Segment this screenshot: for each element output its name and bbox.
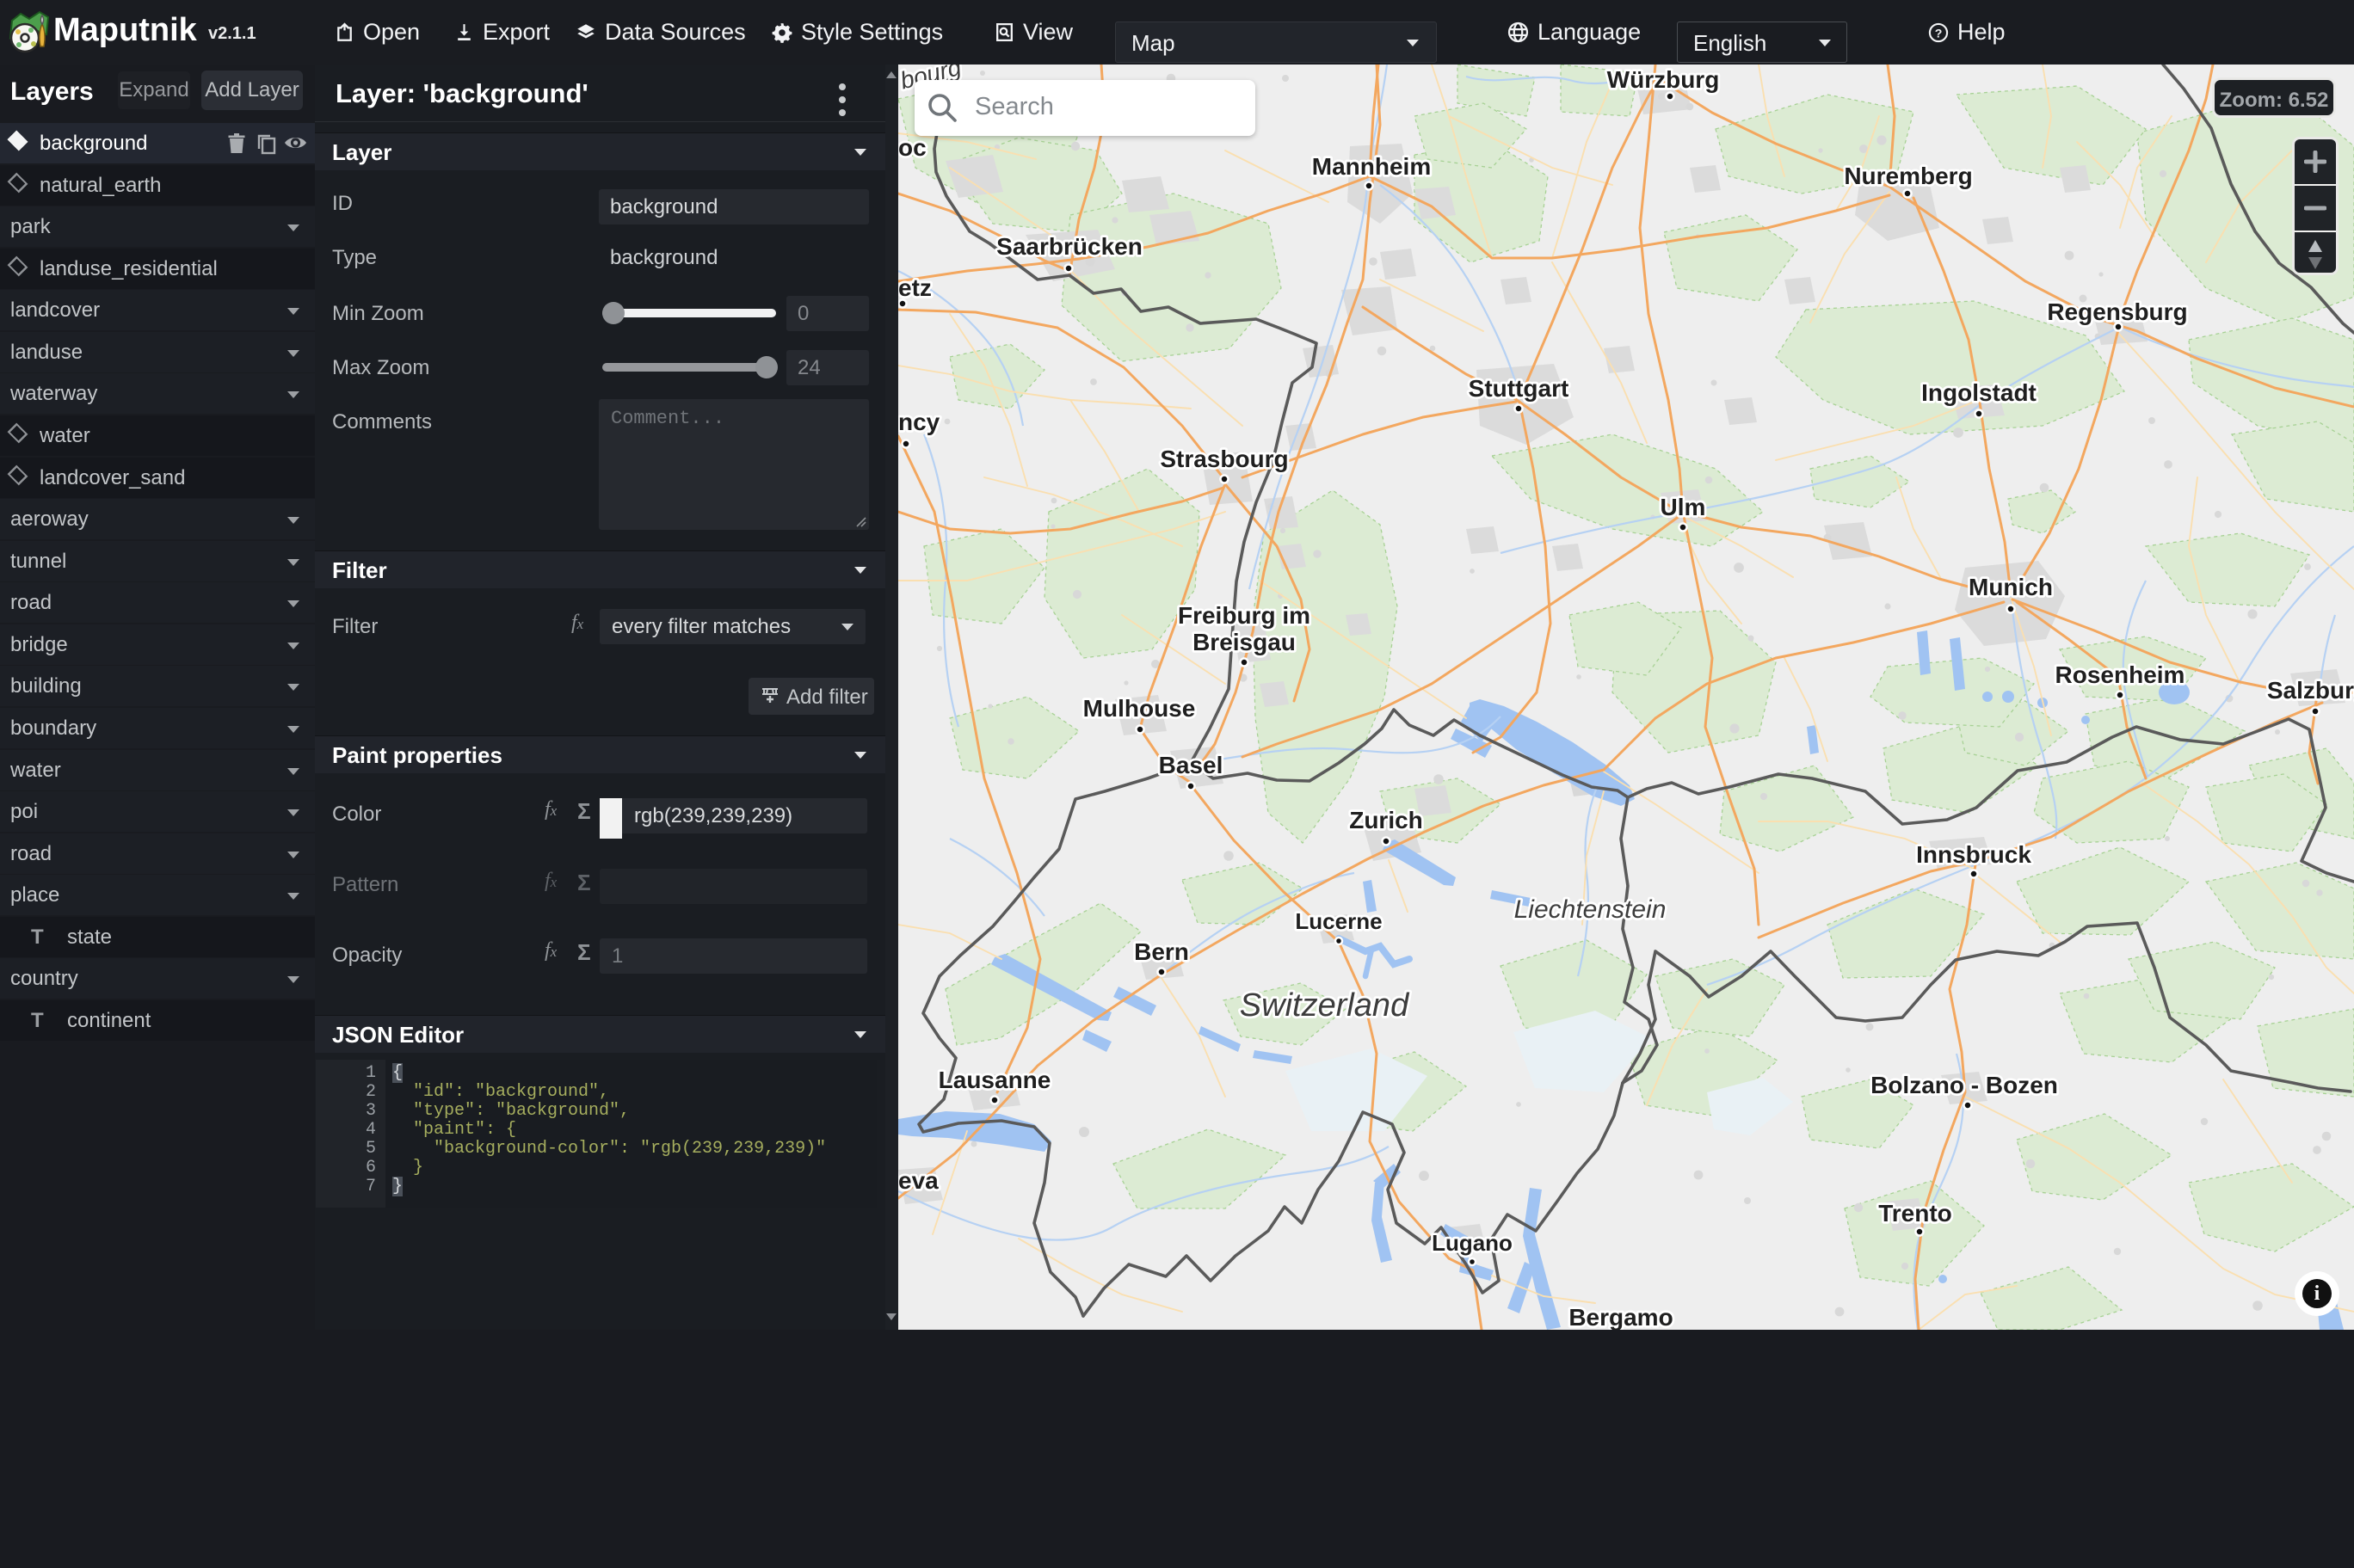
svg-text:Lucerne: Lucerne [1295,908,1382,934]
svg-text:Saarbrücken: Saarbrücken [996,233,1143,260]
svg-text:Ulm: Ulm [1661,494,1706,520]
svg-text:Basel: Basel [1159,752,1223,778]
svg-text:Zurich: Zurich [1349,807,1423,833]
svg-text:Munich: Munich [1969,574,2053,600]
svg-text:Bern: Bern [1134,938,1189,965]
svg-text:Freiburg im: Freiburg im [1178,602,1310,629]
svg-text:Mulhouse: Mulhouse [1083,695,1196,722]
svg-text:ncy: ncy [898,409,940,435]
svg-text:Regensburg: Regensburg [2047,298,2187,325]
svg-text:Liechtenstein: Liechtenstein [1514,895,1667,924]
svg-text:Ingolstadt: Ingolstadt [1921,379,2037,406]
svg-text:Trento: Trento [1878,1200,1952,1227]
svg-text:eva: eva [898,1167,939,1194]
svg-text:Mannheim: Mannheim [1312,153,1431,180]
svg-text:?: ? [1935,26,1943,40]
svg-text:Lausanne: Lausanne [939,1067,1051,1093]
svg-text:Strasbourg: Strasbourg [1160,446,1288,472]
svg-text:Salzburg: Salzburg [2267,677,2354,704]
svg-text:Switzerland: Switzerland [1240,987,1410,1024]
svg-text:oc: oc [898,134,927,161]
svg-text:Bolzano - Bozen: Bolzano - Bozen [1870,1072,2058,1098]
svg-text:Stuttgart: Stuttgart [1469,375,1569,402]
svg-text:Rosenheim: Rosenheim [2055,661,2185,688]
svg-text:Lugano: Lugano [1432,1230,1513,1256]
svg-text:Bergamo: Bergamo [1568,1304,1673,1330]
svg-text:Nuremberg: Nuremberg [1844,163,1972,189]
svg-text:Breisgau: Breisgau [1192,629,1296,655]
svg-text:Innsbruck: Innsbruck [1916,841,2031,868]
svg-text:etz: etz [898,274,932,301]
svg-text:Würzburg: Würzburg [1607,66,1720,93]
